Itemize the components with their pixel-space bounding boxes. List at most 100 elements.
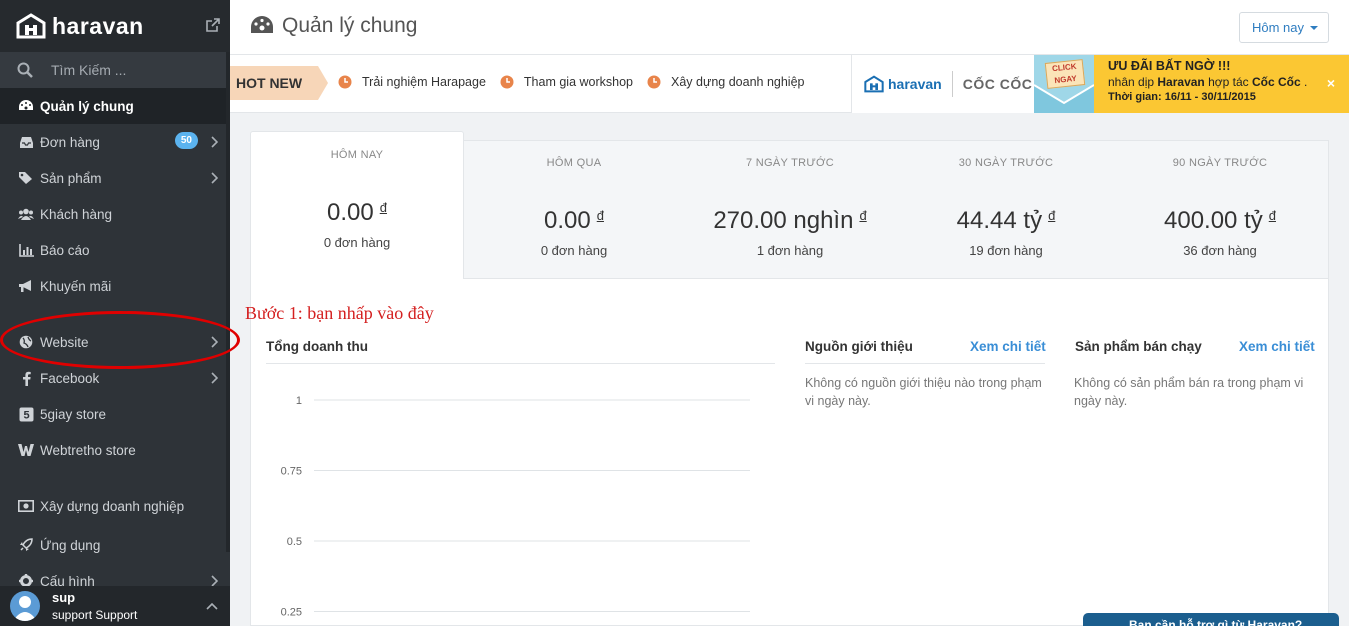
svg-text:5: 5 [23,409,29,421]
bullhorn-icon [18,278,34,294]
hot-link-harapage[interactable]: Trải nghiệm Harapage [338,75,486,89]
stat-yesterday[interactable]: HÔM QUA 0.00 đ 0 đơn hàng [466,157,682,258]
referrals-title: Nguồn giới thiệu [805,339,913,354]
tags-icon [18,170,34,186]
stat-orders: 36 đơn hàng [1183,243,1257,258]
promo-envelope: CLICK NGAY [1034,55,1094,113]
stat-value: 270.00 nghìn đ [713,207,867,234]
bar-chart-icon [18,242,34,258]
sidebar-item-customers[interactable]: Khách hàng [0,196,230,232]
page-title-wrap: Quản lý chung [250,14,417,38]
hot-link-label: Tham gia workshop [523,75,633,89]
stat-value: 400.00 tỷ đ [1164,207,1276,234]
clock-icon [647,75,661,89]
stat-label: 90 NGÀY TRƯỚC [1172,157,1268,169]
sidebar-item-build-business[interactable]: Xây dựng doanh nghiệp [0,488,230,524]
hot-new-tag: HOT NEW [230,66,328,100]
sidebar-item-label: Xây dựng doanh nghiệp [40,498,185,514]
user-profile[interactable]: sup support Support [0,586,230,626]
search-label: Tìm Kiếm ... [51,62,127,78]
promo-subline: nhân dịp Haravan hợp tác Cốc Cốc . [1108,75,1308,89]
chevron-right-icon [211,372,218,384]
external-link-icon[interactable] [206,18,220,32]
close-icon[interactable]: × [1327,75,1335,91]
sidebar-item-label: 5giay store [40,406,107,422]
sidebar-item-webtretho-store[interactable]: Webtretho store [0,432,230,468]
chevron-up-icon[interactable] [206,602,218,610]
brand-name: haravan [52,12,144,39]
bestsellers-empty-text: Không có sản phẩm bán ra trong phạm vi n… [1074,376,1304,408]
stat-value: 0.00 đ [544,207,604,234]
stat-label: 7 NGÀY TRƯỚC [745,157,835,169]
money-icon [18,498,34,514]
sidebar-item-promotions[interactable]: Khuyến mãi [0,268,230,304]
stat-7-days[interactable]: 7 NGÀY TRƯỚC 270.00 nghìn đ 1 đơn hàng [682,157,898,258]
sidebar-item-dashboard[interactable]: Quản lý chung [0,88,230,124]
user-role: support Support [52,608,138,622]
user-name: sup [52,590,76,605]
sidebar-item-apps[interactable]: Ứng dụng [0,527,230,563]
step-annotation: Bước 1: bạn nhấp vào đây [245,303,434,323]
revenue-chart: 1 0.75 0.5 0.25 [281,395,750,619]
orders-count-badge: 50 [174,132,198,149]
dashboard-icon [251,16,273,33]
promo-headline: ƯU ĐÃI BẤT NGỜ !!! [1108,59,1231,73]
hot-link-label: Xây dựng doanh nghiệp [671,75,805,89]
search-icon [17,62,33,78]
promo-logos: haravan CỐC CỐC [851,55,1034,113]
stat-label: HÔM NAY [330,149,384,161]
dashboard-icon [18,98,34,114]
date-filter-dropdown[interactable]: Hôm nay [1239,12,1329,43]
page-title: Quản lý chung [282,14,418,37]
hot-link-label: Trải nghiệm Harapage [362,75,486,89]
sidebar-search[interactable]: Tìm Kiếm ... [0,52,230,88]
inbox-icon [18,134,34,150]
stat-value: 44.44 tỷ đ [956,207,1056,234]
bestsellers-title: Sản phẩm bán chạy [1075,339,1202,354]
promo-banner[interactable]: haravan CỐC CỐC CLICK NGAY ƯU ĐÃI BẤT NG… [851,55,1349,113]
referrals-empty-text: Không có nguồn giới thiệu nào trong phạm… [805,376,1042,408]
click-now-card[interactable]: CLICK NGAY [1044,59,1086,89]
stat-orders: 19 đơn hàng [969,243,1043,258]
clock-icon [338,75,352,89]
y-tick-label: 0.75 [281,466,302,478]
haravan-logo-icon [864,75,884,93]
sidebar-scrollbar[interactable] [226,52,230,552]
promo-haravan-logo: haravan [888,76,942,92]
avatar [10,591,40,621]
highlight-ellipse [0,311,240,369]
help-chat-tab[interactable]: Bạn cần hỗ trợ gì từ Haravan? [1083,613,1339,626]
bestsellers-view-detail-link[interactable]: Xem chi tiết [1239,339,1315,354]
referrals-view-detail-link[interactable]: Xem chi tiết [970,339,1046,354]
stat-30-days[interactable]: 30 NGÀY TRƯỚC 44.44 tỷ đ 19 đơn hàng [898,157,1114,258]
promo-offer: ƯU ĐÃI BẤT NGỜ !!! nhân dịp Haravan hợp … [1094,55,1349,113]
5giay-icon: 5 [18,406,34,422]
y-tick-label: 1 [296,395,302,407]
sidebar-item-reports[interactable]: Báo cáo [0,232,230,268]
sidebar-item-5giay-store[interactable]: 5 5giay store [0,396,230,432]
caret-down-icon [1310,25,1319,30]
sidebar-item-orders[interactable]: Đơn hàng 50 [0,124,230,160]
stat-orders: 0 đơn hàng [540,243,608,258]
date-filter-label: Hôm nay [1252,20,1305,35]
stat-label: 30 NGÀY TRƯỚC [958,157,1054,169]
hot-link-workshop[interactable]: Tham gia workshop [500,75,633,89]
chevron-right-icon [211,136,218,148]
stat-orders: 1 đơn hàng [756,243,824,258]
sidebar-item-label: Đơn hàng [40,134,100,150]
users-icon [18,206,34,222]
sidebar-item-label: Báo cáo [40,242,90,258]
chevron-right-icon [211,172,218,184]
sidebar-item-label: Sản phẩm [40,170,102,186]
stat-today[interactable]: HÔM NAY 0.00 đ 0 đơn hàng [250,149,464,250]
sidebar-item-label: Webtretho store [40,442,136,458]
stat-orders: 0 đơn hàng [323,235,391,250]
stat-value: 0.00 đ [327,199,387,226]
stat-90-days[interactable]: 90 NGÀY TRƯỚC 400.00 tỷ đ 36 đơn hàng [1112,157,1328,258]
facebook-icon [18,370,34,386]
sidebar-item-products[interactable]: Sản phẩm [0,160,230,196]
hot-links: Trải nghiệm Harapage Tham gia workshop X… [338,75,818,89]
webtretho-icon [18,442,34,458]
sidebar-item-label: Khuyến mãi [40,278,112,294]
hot-link-build-business[interactable]: Xây dựng doanh nghiệp [647,75,804,89]
